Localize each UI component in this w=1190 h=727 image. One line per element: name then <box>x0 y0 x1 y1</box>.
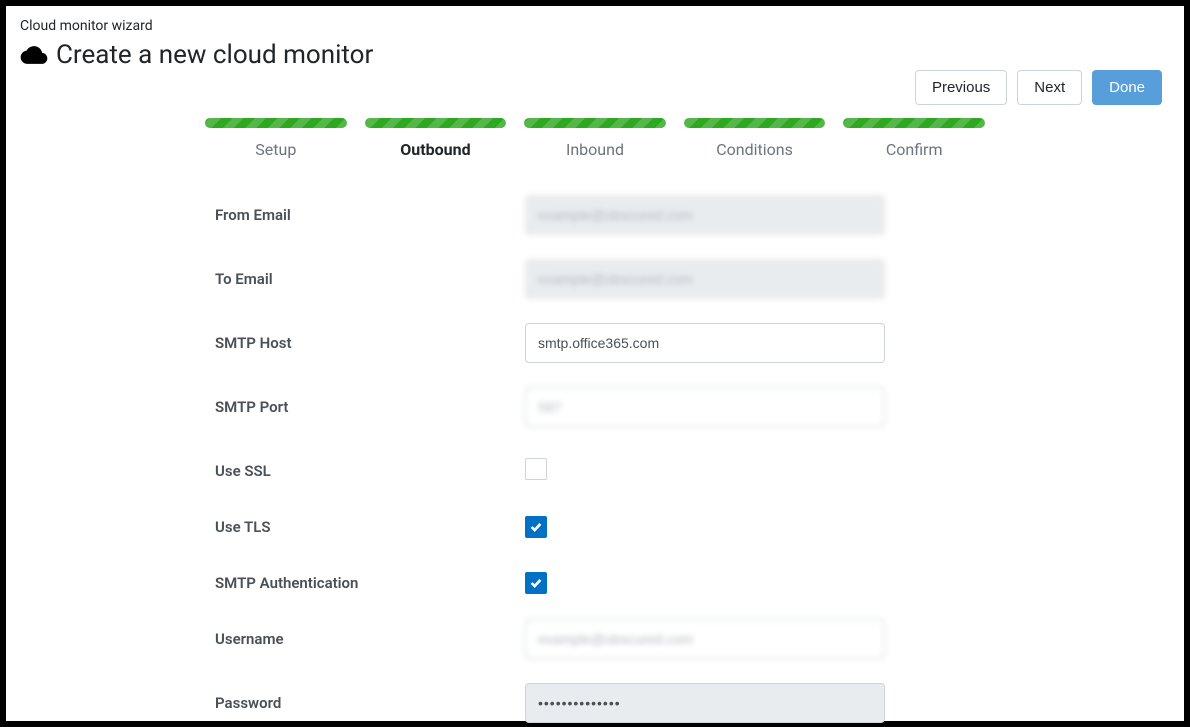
row-smtp-auth: SMTP Authentication <box>205 563 985 603</box>
step-confirm[interactable]: Confirm <box>843 118 985 159</box>
done-button[interactable]: Done <box>1092 70 1162 105</box>
row-smtp-host: SMTP Host <box>205 323 985 363</box>
smtp-auth-label: SMTP Authentication <box>205 574 525 592</box>
wizard-action-buttons: Previous Next Done <box>915 70 1162 105</box>
step-bar <box>684 118 826 128</box>
next-button[interactable]: Next <box>1017 70 1082 105</box>
from-email-label: From Email <box>205 206 525 224</box>
to-email-input[interactable] <box>525 259 885 299</box>
step-bar <box>524 118 666 128</box>
page-title-row: Create a new cloud monitor <box>20 40 1170 70</box>
to-email-label: To Email <box>205 270 525 288</box>
smtp-host-input[interactable] <box>525 323 885 363</box>
breadcrumb: Cloud monitor wizard <box>20 18 1170 34</box>
smtp-auth-checkbox[interactable] <box>525 572 547 594</box>
step-bar <box>365 118 507 128</box>
step-setup[interactable]: Setup <box>205 118 347 159</box>
step-label: Outbound <box>365 140 507 159</box>
password-label: Password <box>205 694 525 712</box>
previous-button[interactable]: Previous <box>915 70 1007 105</box>
step-inbound[interactable]: Inbound <box>524 118 666 159</box>
use-ssl-label: Use SSL <box>205 462 525 480</box>
step-conditions[interactable]: Conditions <box>684 118 826 159</box>
wizard-steps: Setup Outbound Inbound Conditions Confir… <box>205 118 985 159</box>
step-label: Inbound <box>524 140 666 159</box>
row-to-email: To Email <box>205 259 985 299</box>
from-email-input[interactable] <box>525 195 885 235</box>
check-icon <box>529 520 543 534</box>
use-tls-checkbox[interactable] <box>525 516 547 538</box>
smtp-port-label: SMTP Port <box>205 398 525 416</box>
step-bar <box>843 118 985 128</box>
step-label: Setup <box>205 140 347 159</box>
use-tls-label: Use TLS <box>205 518 525 536</box>
smtp-host-label: SMTP Host <box>205 334 525 352</box>
row-username: Username <box>205 619 985 659</box>
row-use-tls: Use TLS <box>205 507 985 547</box>
row-from-email: From Email <box>205 195 985 235</box>
row-use-ssl: Use SSL <box>205 451 985 491</box>
use-ssl-checkbox[interactable] <box>525 458 547 480</box>
wizard-area: Setup Outbound Inbound Conditions Confir… <box>205 118 985 723</box>
row-smtp-port: SMTP Port <box>205 387 985 427</box>
step-outbound[interactable]: Outbound <box>365 118 507 159</box>
row-password: Password <box>205 683 985 723</box>
page-title: Create a new cloud monitor <box>56 40 373 70</box>
username-label: Username <box>205 630 525 648</box>
password-input[interactable] <box>525 683 885 723</box>
step-bar <box>205 118 347 128</box>
cloud-icon <box>20 45 48 65</box>
step-label: Conditions <box>684 140 826 159</box>
username-input[interactable] <box>525 619 885 659</box>
check-icon <box>529 576 543 590</box>
smtp-port-input[interactable] <box>525 387 885 427</box>
step-label: Confirm <box>843 140 985 159</box>
